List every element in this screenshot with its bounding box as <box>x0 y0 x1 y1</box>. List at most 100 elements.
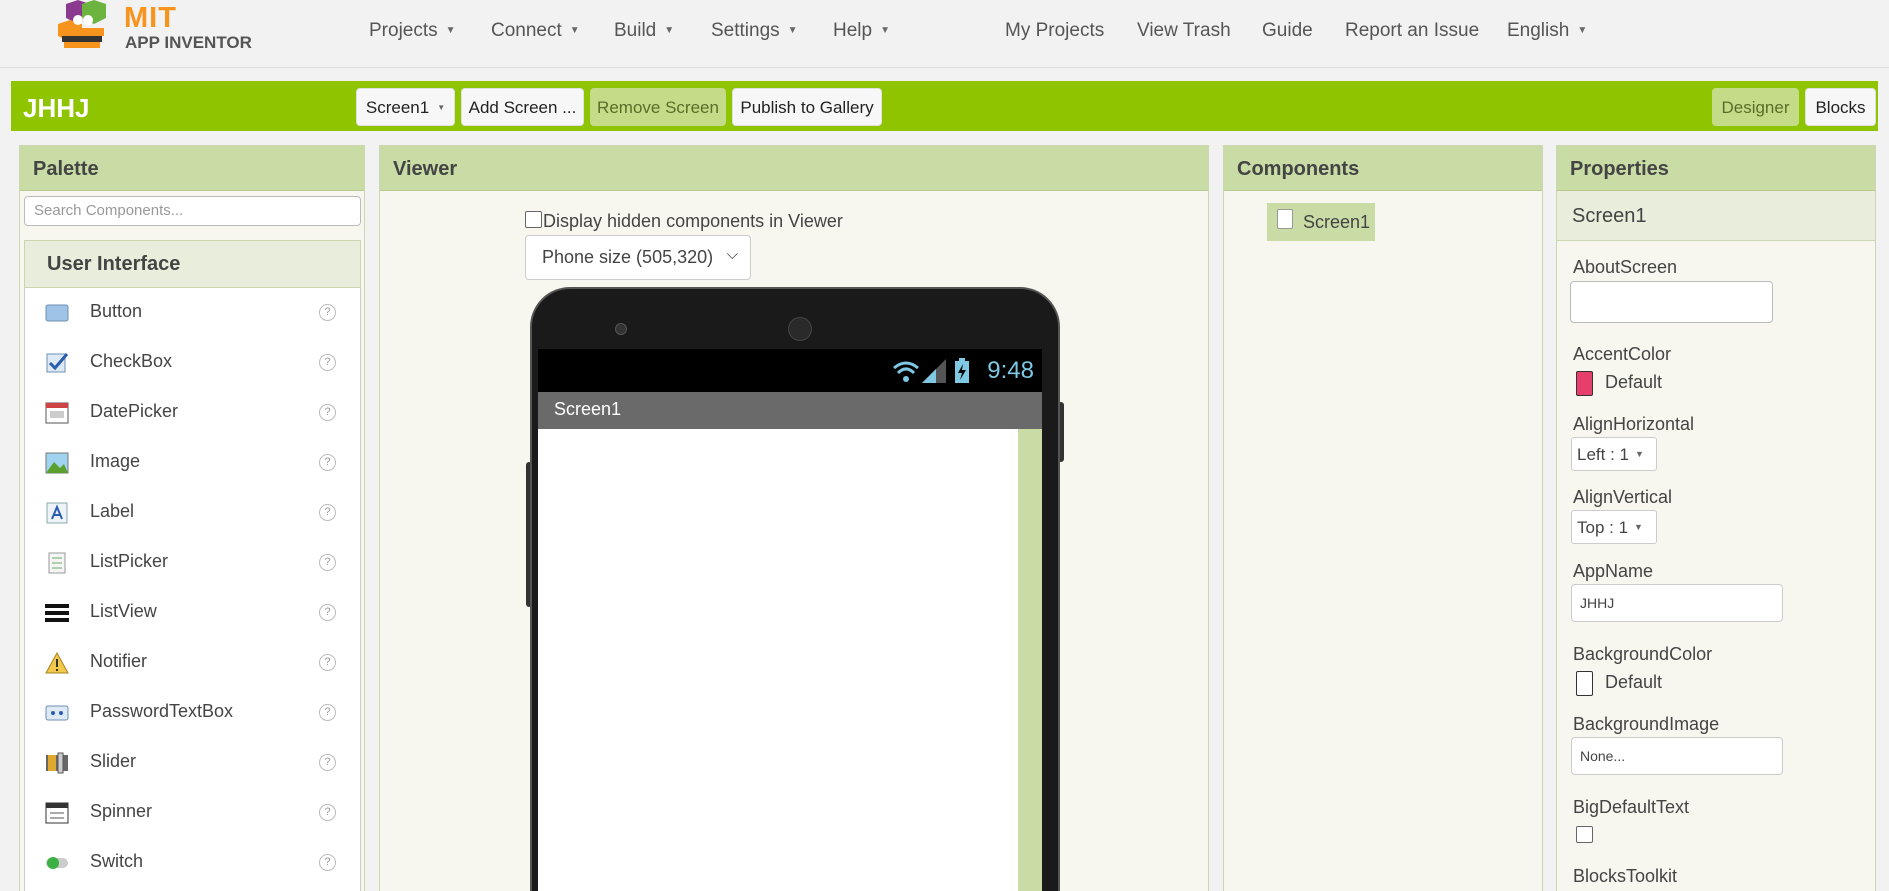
listpicker-icon <box>48 552 66 574</box>
nav-view-trash-link[interactable]: View Trash <box>1137 20 1231 42</box>
palette-item-label: Image <box>90 451 141 471</box>
palette-item-passwordtextbox[interactable]: PasswordTextBox ? <box>25 688 360 738</box>
phone-size-value: Phone size (505,320) <box>542 247 714 267</box>
nav-language-menu[interactable]: English ▼ <box>1507 20 1587 42</box>
prop-align-horizontal-label: AlignHorizontal <box>1573 414 1695 434</box>
align-vertical-select[interactable]: Top : 1 ▼ <box>1571 510 1657 544</box>
align-horizontal-select[interactable]: Left : 1 ▼ <box>1571 437 1657 471</box>
palette-item-listview[interactable]: ListView ? <box>25 588 360 638</box>
help-icon[interactable]: ? <box>319 454 336 471</box>
wifi-icon <box>893 361 919 382</box>
help-icon[interactable]: ? <box>319 554 336 571</box>
checkbox-icon <box>46 353 69 373</box>
palette-item-button[interactable]: Button ? <box>25 288 360 338</box>
caret-down-icon: ▼ <box>664 25 675 36</box>
label-icon <box>46 502 68 524</box>
palette-item-image[interactable]: Image ? <box>25 438 360 488</box>
user-interface-section-header[interactable]: User Interface <box>24 240 361 288</box>
add-screen-button[interactable]: Add Screen ... <box>461 88 584 126</box>
phone-screen-canvas[interactable] <box>538 429 1042 891</box>
screen-select-dropdown[interactable]: Screen1 ▼ <box>356 88 455 126</box>
app-inventor-logo[interactable]: MIT APP INVENTOR <box>52 0 252 56</box>
screen-select-label: Screen1 <box>365 98 430 117</box>
nav-report-issue-link[interactable]: Report an Issue <box>1345 20 1479 42</box>
palette-item-notifier[interactable]: Notifier ? <box>25 638 360 688</box>
screen-icon <box>1277 209 1293 229</box>
help-icon[interactable]: ? <box>319 504 336 521</box>
palette-items-list: Button ? CheckBox ? DatePicker ? Image ?… <box>24 288 361 891</box>
help-icon[interactable]: ? <box>319 654 336 671</box>
nav-settings-menu[interactable]: Settings ▼ <box>711 20 798 42</box>
palette-item-checkbox[interactable]: CheckBox ? <box>25 338 360 388</box>
about-screen-textarea[interactable] <box>1570 281 1773 323</box>
background-color-swatch[interactable] <box>1576 671 1593 696</box>
palette-item-spinner[interactable]: Spinner ? <box>25 788 360 838</box>
button-icon <box>45 304 69 322</box>
properties-selected-component: Screen1 <box>1557 191 1875 241</box>
palette-item-switch[interactable]: Switch ? <box>25 838 360 888</box>
display-hidden-label: Display hidden components in Viewer <box>543 211 843 231</box>
accent-color-value[interactable]: Default <box>1605 372 1662 393</box>
nav-help-menu[interactable]: Help ▼ <box>833 20 890 42</box>
help-icon[interactable]: ? <box>319 404 336 421</box>
chevron-down-icon: ⌵ <box>726 246 738 263</box>
palette-item-slider[interactable]: Slider ? <box>25 738 360 788</box>
search-components-input[interactable]: Search Components... <box>24 196 361 226</box>
caret-down-icon: ▼ <box>1634 449 1644 459</box>
screen-title-bar: Screen1 <box>538 392 1042 429</box>
palette-panel: Palette Search Components... User Interf… <box>19 145 365 891</box>
component-tree-screen1[interactable]: Screen1 <box>1267 203 1375 241</box>
status-time: 9:48 <box>987 357 1034 384</box>
help-icon[interactable]: ? <box>319 354 336 371</box>
phone-mockup: 9:48 Screen1 <box>530 287 1060 891</box>
nav-language-label: English <box>1507 20 1570 41</box>
nav-connect-menu[interactable]: Connect ▼ <box>491 20 580 42</box>
big-default-text-checkbox[interactable] <box>1576 826 1593 843</box>
palette-item-listpicker[interactable]: ListPicker ? <box>25 538 360 588</box>
help-icon[interactable]: ? <box>319 704 336 721</box>
speaker-icon <box>788 317 812 341</box>
palette-item-label: PasswordTextBox <box>90 701 234 721</box>
align-horizontal-value: Left : 1 <box>1577 445 1629 464</box>
remove-screen-button[interactable]: Remove Screen <box>590 88 726 126</box>
prop-app-name-label: AppName <box>1573 561 1654 581</box>
signal-icon <box>922 359 946 383</box>
background-color-value[interactable]: Default <box>1605 672 1662 693</box>
blocks-button[interactable]: Blocks <box>1805 88 1876 126</box>
background-image-input[interactable]: None... <box>1571 737 1783 775</box>
align-vertical-value: Top : 1 <box>1577 518 1629 537</box>
phone-size-select[interactable]: Phone size (505,320) ⌵ <box>525 235 751 280</box>
nav-my-projects-link[interactable]: My Projects <box>1005 20 1104 42</box>
accent-color-swatch[interactable] <box>1576 371 1593 396</box>
nav-build-menu[interactable]: Build ▼ <box>614 20 674 42</box>
spinner-icon <box>45 802 69 824</box>
nav-guide-link[interactable]: Guide <box>1262 20 1313 42</box>
palette-item-label: ListPicker <box>90 551 169 571</box>
help-icon[interactable]: ? <box>319 804 336 821</box>
prop-background-color-label: BackgroundColor <box>1573 644 1713 664</box>
help-icon[interactable]: ? <box>319 604 336 621</box>
help-icon[interactable]: ? <box>319 754 336 771</box>
help-icon[interactable]: ? <box>319 304 336 321</box>
help-icon[interactable]: ? <box>319 854 336 871</box>
caret-down-icon: ▼ <box>1577 25 1588 36</box>
designer-button[interactable]: Designer <box>1712 88 1799 126</box>
logo-mit-text: MIT <box>124 2 177 34</box>
viewer-title: Viewer <box>380 146 1208 191</box>
palette-item-label[interactable]: Label ? <box>25 488 360 538</box>
nav-projects-menu[interactable]: Projects ▼ <box>369 20 456 42</box>
prop-align-vertical-label: AlignVertical <box>1573 487 1673 507</box>
display-hidden-checkbox[interactable] <box>525 211 542 228</box>
nav-connect-label: Connect <box>491 20 562 41</box>
app-name-input[interactable]: JHHJ <box>1571 584 1783 622</box>
palette-item-label: Switch <box>90 851 144 871</box>
caret-down-icon: ▼ <box>445 25 456 36</box>
top-nav: MIT APP INVENTOR Projects ▼ Connect ▼ Buil… <box>0 0 1889 68</box>
nav-build-label: Build <box>614 20 657 41</box>
prop-about-screen-label: AboutScreen <box>1573 257 1678 277</box>
palette-item-label: Button <box>90 301 143 321</box>
image-icon <box>45 452 69 474</box>
publish-gallery-button[interactable]: Publish to Gallery <box>732 88 882 126</box>
slider-icon <box>46 752 68 774</box>
palette-item-datepicker[interactable]: DatePicker ? <box>25 388 360 438</box>
